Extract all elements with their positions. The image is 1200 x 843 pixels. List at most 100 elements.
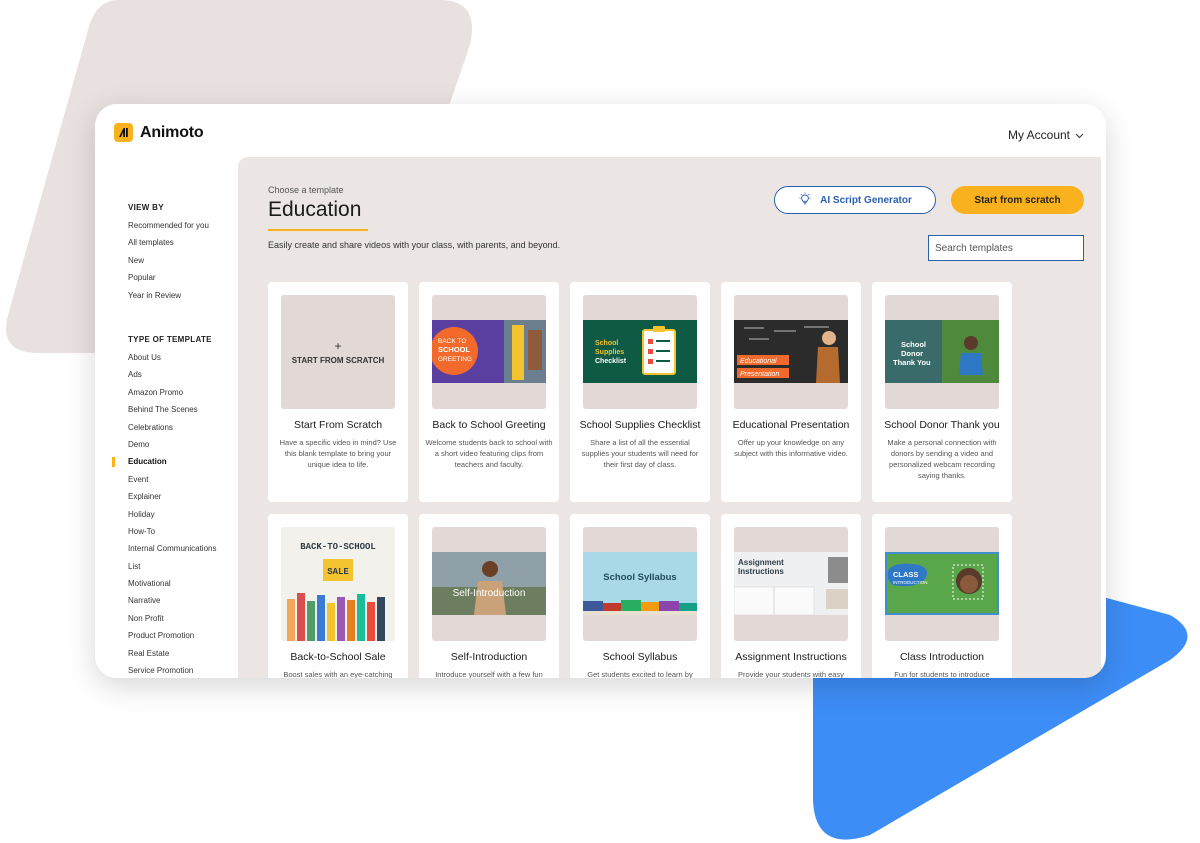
thumbnail-text: CLASS <box>893 570 918 579</box>
card-description: Introduce yourself with a few fun <box>435 670 543 678</box>
sidebar-item-celebrations[interactable]: Celebrations <box>128 419 216 436</box>
sidebar-item-ads[interactable]: Ads <box>128 366 216 383</box>
card-description: Fun for students to introduce <box>894 670 990 678</box>
account-label: My Account <box>1007 128 1070 142</box>
card-title: Back-to-School Sale <box>290 651 386 663</box>
sidebar-item-year-in-review[interactable]: Year in Review <box>128 287 209 304</box>
template-card-school-supplies-checklist[interactable]: School Supplies Checklist School Supplie… <box>570 282 710 502</box>
template-card-back-to-school-sale[interactable]: BACK-TO-SCHOOL SALE Back-to-School Sale <box>268 514 408 678</box>
card-description: Get students excited to learn by <box>587 670 693 678</box>
card-title: Assignment Instructions <box>735 651 847 663</box>
sidebar-item-internal-communications[interactable]: Internal Communications <box>128 540 216 557</box>
card-thumbnail: Self-Introduction <box>432 527 546 641</box>
brand-logo[interactable]: Animoto <box>114 123 204 142</box>
thumbnail-text: Educational <box>740 358 777 365</box>
thumbnail-text: GREETING <box>438 356 472 363</box>
template-card-self-introduction[interactable]: Self-Introduction Self-Introduction Intr… <box>419 514 559 678</box>
card-title: Self-Introduction <box>450 651 528 663</box>
chevron-down-icon <box>1075 128 1084 142</box>
template-card-school-syllabus[interactable]: School Syllabus School Syllabus Get stud… <box>570 514 710 678</box>
card-description: Provide your students with easy <box>738 670 844 678</box>
thumbnail-text: Instructions <box>738 567 784 576</box>
start-from-scratch-button[interactable]: Start from scratch <box>951 186 1084 214</box>
sidebar-item-holiday[interactable]: Holiday <box>128 506 216 523</box>
sidebar-item-service-promotion[interactable]: Service Promotion <box>128 662 216 678</box>
type-of-template-heading: TYPE OF TEMPLATE <box>128 335 212 344</box>
thumbnail-text: Checklist <box>595 358 627 365</box>
thumbnail-text: BACK-TO-SCHOOL <box>300 542 376 552</box>
top-bar: Animoto My Account <box>95 104 1106 158</box>
card-title: School Syllabus <box>602 651 678 663</box>
ai-script-generator-button[interactable]: AI Script Generator <box>774 186 936 214</box>
sidebar-item-behind-the-scenes[interactable]: Behind The Scenes <box>128 401 216 418</box>
sidebar: VIEW BY Recommended for you All template… <box>95 158 238 678</box>
card-title: Educational Presentation <box>732 419 850 431</box>
thumbnail-text: Presentation <box>740 371 779 378</box>
card-title: School Supplies Checklist <box>579 419 701 431</box>
sidebar-item-real-estate[interactable]: Real Estate <box>128 645 216 662</box>
card-thumbnail: BACK-TO-SCHOOL SALE <box>281 527 395 641</box>
page-eyebrow: Choose a template <box>268 185 344 195</box>
ai-button-label: AI Script Generator <box>820 194 912 206</box>
sidebar-item-demo[interactable]: Demo <box>128 436 216 453</box>
sidebar-item-motivational[interactable]: Motivational <box>128 575 216 592</box>
sidebar-item-recommended[interactable]: Recommended for you <box>128 217 209 234</box>
sidebar-item-popular[interactable]: Popular <box>128 269 209 286</box>
card-title: Back to School Greeting <box>432 419 546 431</box>
template-card-class-introduction[interactable]: CLASS INTRODUCTION Class Introduction Fu… <box>872 514 1012 678</box>
card-title: School Donor Thank you <box>884 419 1000 431</box>
card-thumbnail: Assignment Instructions <box>734 527 848 641</box>
card-description: Share a list of all the essential suppli… <box>581 438 699 469</box>
template-card-educational-presentation[interactable]: Educational Presentation Educational Pre… <box>721 282 861 502</box>
sidebar-item-education[interactable]: Education <box>111 453 216 470</box>
card-description: Offer up your knowledge on any subject w… <box>734 438 848 458</box>
thumbnail-text: Thank You <box>893 358 931 367</box>
thumbnail-text: Donor <box>901 349 923 358</box>
view-by-heading: VIEW BY <box>128 203 164 212</box>
template-card-start-from-scratch[interactable]: + START FROM SCRATCH Start From Scratch … <box>268 282 408 502</box>
thumbnail-text: Self-Introduction <box>453 588 526 599</box>
sidebar-item-explainer[interactable]: Explainer <box>128 488 216 505</box>
animoto-logo-icon <box>114 123 133 142</box>
thumbnail-text: School <box>901 340 926 349</box>
card-title: Class Introduction <box>899 651 985 663</box>
brand-name: Animoto <box>140 123 204 141</box>
sidebar-item-amazon-promo[interactable]: Amazon Promo <box>128 384 216 401</box>
thumbnail-text: School <box>595 340 618 347</box>
view-by-list: Recommended for you All templates New Po… <box>128 217 209 304</box>
search-templates-input[interactable] <box>928 235 1084 261</box>
card-thumbnail: CLASS INTRODUCTION <box>885 527 999 641</box>
card-description: Have a specific video in mind? Use this … <box>279 438 397 469</box>
page-stage: Animoto My Account VIEW BY Recommended f… <box>0 0 1200 843</box>
sidebar-item-non-profit[interactable]: Non Profit <box>128 610 216 627</box>
lightbulb-icon <box>798 192 812 209</box>
sidebar-item-how-to[interactable]: How-To <box>128 523 216 540</box>
card-thumbnail: BACK TO SCHOOL GREETING <box>432 295 546 409</box>
card-thumbnail: School Syllabus <box>583 527 697 641</box>
template-card-school-donor-thank-you[interactable]: School Donor Thank You School Donor Than… <box>872 282 1012 502</box>
sidebar-item-about-us[interactable]: About Us <box>128 349 216 366</box>
card-thumbnail: Educational Presentation <box>734 295 848 409</box>
sidebar-item-narrative[interactable]: Narrative <box>128 592 216 609</box>
template-gallery-panel: Choose a template Education Easily creat… <box>238 157 1101 678</box>
thumbnail-label: START FROM SCRATCH <box>291 355 385 365</box>
sidebar-item-product-promotion[interactable]: Product Promotion <box>128 627 216 644</box>
card-description: Make a personal connection with donors b… <box>887 438 997 480</box>
sidebar-item-list[interactable]: List <box>128 558 216 575</box>
my-account-menu[interactable]: My Account <box>1008 128 1084 142</box>
sidebar-item-new[interactable]: New <box>128 252 209 269</box>
thumbnail-text: Assignment <box>738 558 784 567</box>
sidebar-item-event[interactable]: Event <box>128 471 216 488</box>
thumbnail-text: SCHOOL <box>438 345 471 354</box>
card-description: Welcome students back to school with a s… <box>425 438 553 469</box>
app-window: Animoto My Account VIEW BY Recommended f… <box>95 104 1106 678</box>
sidebar-item-all-templates[interactable]: All templates <box>128 234 209 251</box>
thumbnail-text: Supplies <box>595 349 624 356</box>
template-type-list: About Us Ads Amazon Promo Behind The Sce… <box>111 349 216 678</box>
thumbnail-text: School Syllabus <box>603 572 676 583</box>
card-title: Start From Scratch <box>293 419 383 431</box>
page-subtitle: Easily create and share videos with your… <box>268 240 561 250</box>
template-card-assignment-instructions[interactable]: Assignment Instructions Assignment Instr… <box>721 514 861 678</box>
template-card-back-to-school-greeting[interactable]: BACK TO SCHOOL GREETING Back to School G… <box>419 282 559 502</box>
thumbnail-text: SALE <box>327 567 349 577</box>
